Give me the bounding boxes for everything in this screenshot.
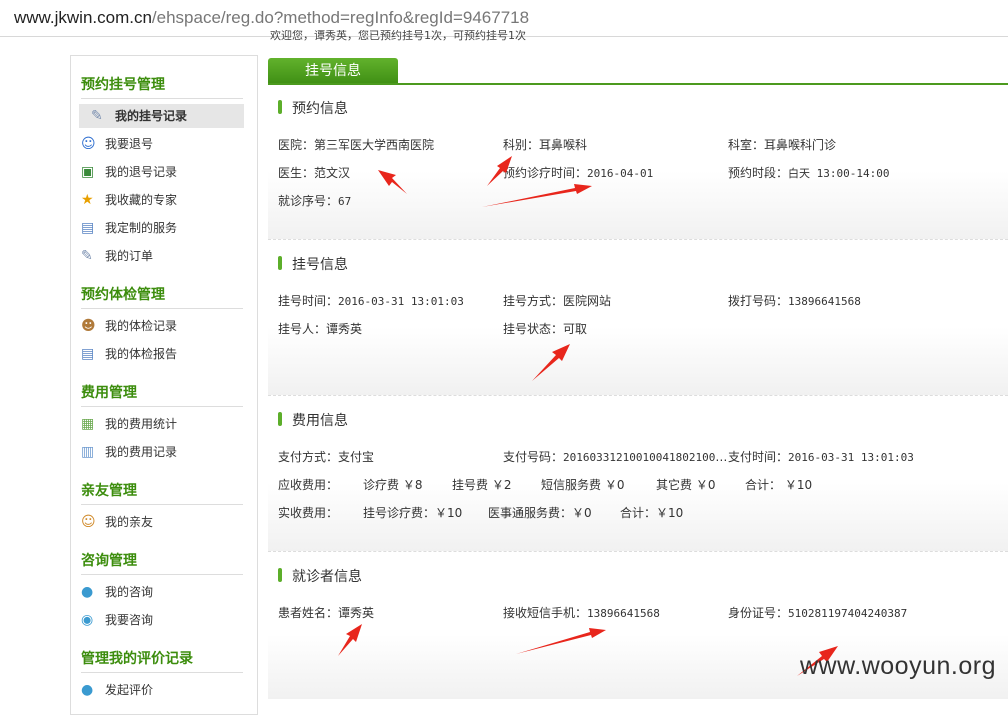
sidebar: 预约挂号管理 ✎ 我的挂号记录 ☺ 我要退号 ▣ 我的退号记录 ★ 我收藏的专家 ▤ 我定制的服务 ✎… bbox=[70, 55, 258, 715]
doctor-field: 医生：范文汉 bbox=[278, 166, 351, 180]
sms-phone-field: 接收短信手机：13896641568 bbox=[503, 606, 660, 620]
sidebar-item[interactable]: ◉ 我要咨询 bbox=[79, 608, 244, 632]
computer-icon: ▣ bbox=[81, 164, 95, 180]
sidebar-section-title: 亲友管理 bbox=[81, 483, 137, 499]
sidebar-item[interactable]: ● 我的咨询 bbox=[79, 580, 244, 604]
sidebar-item-label: 我收藏的专家 bbox=[105, 193, 178, 207]
receivable-label: 应收费用： bbox=[278, 478, 339, 492]
sidebar-section-title: 咨询管理 bbox=[81, 553, 137, 569]
section-title: 预约信息 bbox=[292, 101, 348, 117]
sidebar-item-label: 我定制的服务 bbox=[105, 221, 178, 235]
patient-name-field: 患者姓名：谭秀英 bbox=[278, 606, 375, 620]
notepad-icon: ✎ bbox=[91, 108, 103, 124]
dial-number-field: 拨打号码：13896641568 bbox=[728, 294, 861, 308]
receivable-total: 合计： ￥10 bbox=[745, 478, 813, 492]
received-total: 合计：￥10 bbox=[620, 506, 684, 520]
watermark: www.wooyun.org bbox=[800, 652, 996, 680]
chat-icon: ● bbox=[81, 682, 94, 698]
sidebar-item-label: 我要退号 bbox=[105, 137, 154, 151]
url-text[interactable]: www.jkwin.com.cn/ehspace/reg.do?method=r… bbox=[14, 8, 529, 28]
received-item: 医事通服务费：￥0 bbox=[488, 506, 592, 520]
section-marker bbox=[278, 256, 282, 270]
pay-time-field: 支付时间：2016-03-31 13:01:03 bbox=[728, 450, 914, 464]
sidebar-section-title: 预约体检管理 bbox=[81, 287, 165, 303]
section-marker bbox=[278, 568, 282, 582]
sidebar-item[interactable]: ▥ 我的费用记录 bbox=[79, 440, 244, 464]
pay-number-field: 支付号码：20160331210010041802100111… bbox=[503, 450, 728, 464]
reg-status-field: 挂号状态：可取 bbox=[503, 322, 588, 336]
sidebar-item-label: 我的挂号记录 bbox=[115, 109, 188, 123]
reg-time-field: 挂号时间：2016-03-31 13:01:03 bbox=[278, 294, 464, 308]
sidebar-item[interactable]: ☺ 我要退号 bbox=[79, 132, 244, 156]
sidebar-item-label: 我的订单 bbox=[105, 249, 154, 263]
sidebar-item-label: 我的退号记录 bbox=[105, 165, 178, 179]
friends-icon: ☺ bbox=[81, 514, 96, 530]
section-divider bbox=[81, 98, 243, 99]
person-icon: ☺ bbox=[81, 136, 96, 152]
reg-person-field: 挂号人：谭秀英 bbox=[278, 322, 363, 336]
appointment-panel: 预约信息 医院：第三军医大学西南医院 科别：耳鼻喉科 科室：耳鼻喉科门诊 医生：… bbox=[268, 88, 1008, 240]
sidebar-item[interactable]: ▣ 我的退号记录 bbox=[79, 160, 244, 184]
sidebar-item[interactable]: ★ 我收藏的专家 bbox=[79, 188, 244, 212]
seq-field: 就诊序号：67 bbox=[278, 194, 352, 208]
tab-underline bbox=[268, 83, 1008, 85]
section-divider bbox=[81, 672, 243, 673]
sidebar-item-label: 我要咨询 bbox=[105, 613, 154, 627]
star-icon: ★ bbox=[81, 192, 94, 208]
room-field: 科室：耳鼻喉科门诊 bbox=[728, 138, 837, 152]
section-title: 就诊者信息 bbox=[292, 569, 362, 585]
receivable-item: 挂号费 ￥2 bbox=[452, 478, 512, 492]
section-title: 挂号信息 bbox=[292, 257, 348, 273]
section-marker bbox=[278, 412, 282, 426]
hospital-field: 医院：第三军医大学西南医院 bbox=[278, 138, 435, 152]
slot-field: 预约时段：白天 13:00-14:00 bbox=[728, 166, 890, 180]
registration-panel: 挂号信息 挂号时间：2016-03-31 13:01:03 挂号方式：医院网站 … bbox=[268, 244, 1008, 396]
section-marker bbox=[278, 100, 282, 114]
pay-method-field: 支付方式：支付宝 bbox=[278, 450, 375, 464]
sidebar-item[interactable]: ▤ 我的体检报告 bbox=[79, 342, 244, 366]
reg-method-field: 挂号方式：医院网站 bbox=[503, 294, 612, 308]
section-divider bbox=[81, 504, 243, 505]
fee-panel: 费用信息 支付方式：支付宝 支付号码：201603312100100418021… bbox=[268, 400, 1008, 552]
welcome-notice: 欢迎您，谭秀英，您已预约挂号1次，可预约挂号1次 bbox=[270, 30, 526, 42]
card-icon: ▤ bbox=[81, 220, 95, 236]
notepad-icon: ✎ bbox=[81, 248, 93, 264]
chart-icon: ▦ bbox=[81, 416, 95, 432]
sidebar-item[interactable]: ☺ 我的亲友 bbox=[79, 510, 244, 534]
department-field: 科别：耳鼻喉科 bbox=[503, 138, 588, 152]
sidebar-section-title: 管理我的评价记录 bbox=[81, 651, 193, 667]
sidebar-item[interactable]: ▦ 我的费用统计 bbox=[79, 412, 244, 436]
doctor-icon: ☻ bbox=[81, 318, 96, 334]
sidebar-item-label: 我的体检报告 bbox=[105, 347, 178, 361]
tab-registration-info[interactable]: 挂号信息 bbox=[268, 58, 398, 84]
receivable-item: 诊疗费 ￥8 bbox=[363, 478, 423, 492]
sidebar-item[interactable]: ▤ 我定制的服务 bbox=[79, 216, 244, 240]
section-title: 费用信息 bbox=[292, 413, 348, 429]
section-divider bbox=[81, 406, 243, 407]
sidebar-item-label: 我的亲友 bbox=[105, 515, 154, 529]
received-item: 挂号诊疗费：￥10 bbox=[363, 506, 463, 520]
sidebar-item[interactable]: ☻ 我的体检记录 bbox=[79, 314, 244, 338]
sidebar-item-label: 我的咨询 bbox=[105, 585, 154, 599]
sidebar-item[interactable]: ✎ 我的订单 bbox=[79, 244, 244, 268]
sidebar-item-label: 我的费用统计 bbox=[105, 417, 178, 431]
visit-time-field: 预约诊疗时间：2016-04-01 bbox=[503, 166, 654, 180]
sidebar-item-label: 我的费用记录 bbox=[105, 445, 178, 459]
search-icon: ◉ bbox=[81, 612, 94, 628]
receivable-item: 短信服务费 ￥0 bbox=[541, 478, 625, 492]
section-divider bbox=[81, 308, 243, 309]
chat-icon: ● bbox=[81, 584, 94, 600]
id-number-field: 身份证号：510281197404240387 bbox=[728, 606, 908, 620]
card-icon: ▤ bbox=[81, 346, 95, 362]
sidebar-item-label: 我的体检记录 bbox=[105, 319, 178, 333]
received-label: 实收费用： bbox=[278, 506, 339, 520]
sidebar-section-title: 预约挂号管理 bbox=[81, 77, 165, 93]
sidebar-section-title: 费用管理 bbox=[81, 385, 137, 401]
document-icon: ▥ bbox=[81, 444, 95, 460]
section-divider bbox=[81, 574, 243, 575]
sidebar-item[interactable]: ● 发起评价 bbox=[79, 678, 244, 702]
receivable-item: 其它费 ￥0 bbox=[656, 478, 716, 492]
sidebar-item-label: 发起评价 bbox=[105, 683, 154, 697]
sidebar-item[interactable]: ✎ 我的挂号记录 bbox=[79, 104, 244, 128]
